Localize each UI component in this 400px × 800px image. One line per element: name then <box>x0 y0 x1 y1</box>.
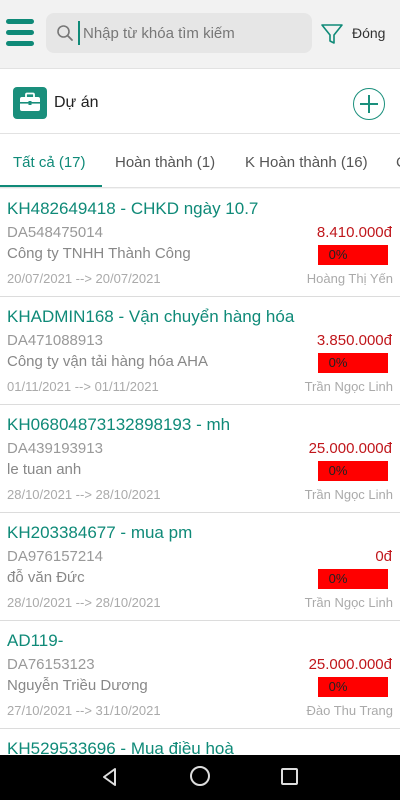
recents-icon[interactable] <box>281 768 298 785</box>
project-customer: Công ty TNHH Thành Công <box>7 245 191 262</box>
progress-label: 0% <box>328 679 348 694</box>
progress-bar: 0% <box>318 245 388 265</box>
project-item[interactable]: KHADMIN168 - Vận chuyển hàng hóa DA47108… <box>0 297 400 405</box>
project-item[interactable]: KH203384677 - mua pm DA976157214 đỗ văn … <box>0 513 400 621</box>
project-code: KH203384677 - mua pm <box>7 523 193 542</box>
progress-bar: 0% <box>318 677 388 697</box>
project-dates: 27/10/2021 --> 31/10/2021 <box>7 703 161 718</box>
system-navigation-bar <box>0 755 400 800</box>
filter-tabs: Tất cả (17) Hoàn thành (1) K Hoàn thành … <box>0 134 400 188</box>
project-customer: Công ty vận tải hàng hóa AHA <box>7 353 208 370</box>
project-header: Dự án <box>0 68 400 134</box>
project-da-code: DA439193913 <box>7 440 103 457</box>
project-da-code: DA471088913 <box>7 332 103 349</box>
project-owner: Hoàng Thị Yến <box>306 271 393 286</box>
project-da-code: DA76153123 <box>7 656 95 673</box>
tab-completed[interactable]: Hoàn thành (1) <box>115 154 215 171</box>
project-dates: 01/11/2021 --> 01/11/2021 <box>7 379 159 394</box>
project-amount: 8.410.000đ <box>316 224 392 241</box>
project-amount: 3.850.000đ <box>316 332 392 349</box>
add-project-button[interactable] <box>353 88 385 120</box>
project-code: KH06804873132898193 - mh <box>7 415 231 434</box>
project-item[interactable]: AD119- DA76153123 Nguyễn Triều Dương 27/… <box>0 621 400 729</box>
top-bar: Đóng <box>0 0 400 68</box>
project-code: KHADMIN168 - Vận chuyển hàng hóa <box>7 307 295 326</box>
project-customer: đỗ văn Đức <box>7 569 85 586</box>
project-customer: le tuan anh <box>7 461 82 478</box>
progress-label: 0% <box>328 463 348 478</box>
back-icon[interactable] <box>100 767 120 787</box>
project-code: AD119- <box>7 631 64 650</box>
project-owner: Trần Ngọc Linh <box>304 379 393 394</box>
project-customer: Nguyễn Triều Dương <box>7 677 148 694</box>
project-item[interactable]: KH529533696 - Mua điều hoà <box>0 729 400 755</box>
tab-overflow[interactable]: C <box>396 154 400 171</box>
project-owner: Đào Thu Trang <box>306 703 393 718</box>
project-da-code: DA548475014 <box>7 224 103 241</box>
project-dates: 28/10/2021 --> 28/10/2021 <box>7 487 161 502</box>
project-code: KH482649418 - CHKD ngày 10.7 <box>7 199 259 218</box>
page-title: Dự án <box>54 94 99 111</box>
project-owner: Trần Ngọc Linh <box>304 595 393 610</box>
progress-label: 0% <box>328 355 348 370</box>
tab-not-completed[interactable]: K Hoàn thành (16) <box>245 154 368 171</box>
briefcase-icon <box>13 87 47 119</box>
home-icon[interactable] <box>190 766 210 786</box>
project-dates: 28/10/2021 --> 28/10/2021 <box>7 595 161 610</box>
project-code: KH529533696 - Mua điều hoà <box>7 739 234 755</box>
tab-all[interactable]: Tất cả (17) <box>13 154 86 171</box>
project-item[interactable]: KH06804873132898193 - mh DA439193913 le … <box>0 405 400 513</box>
progress-bar: 0% <box>318 569 388 589</box>
project-item[interactable]: KH482649418 - CHKD ngày 10.7 DA548475014… <box>0 189 400 297</box>
project-dates: 20/07/2021 --> 20/07/2021 <box>7 271 161 286</box>
search-box[interactable] <box>46 13 312 53</box>
project-owner: Trần Ngọc Linh <box>304 487 393 502</box>
project-amount: 0đ <box>375 548 392 565</box>
plus-icon <box>360 95 378 113</box>
progress-label: 0% <box>328 247 348 262</box>
project-da-code: DA976157214 <box>7 548 103 565</box>
project-amount: 25.000.000đ <box>308 440 392 457</box>
hamburger-menu-icon[interactable] <box>6 19 34 47</box>
project-amount: 25.000.000đ <box>308 656 392 673</box>
filter-icon[interactable] <box>320 22 344 46</box>
search-icon <box>57 25 73 41</box>
progress-label: 0% <box>328 571 348 586</box>
project-list: KH482649418 - CHKD ngày 10.7 DA548475014… <box>0 189 400 755</box>
app-screen: Đóng Dự án Tất cả (17) Hoàn thành (1) K … <box>0 0 400 800</box>
active-tab-indicator <box>0 185 102 187</box>
close-button[interactable]: Đóng <box>352 25 385 41</box>
search-input[interactable] <box>78 21 304 45</box>
progress-bar: 0% <box>318 353 388 373</box>
progress-bar: 0% <box>318 461 388 481</box>
